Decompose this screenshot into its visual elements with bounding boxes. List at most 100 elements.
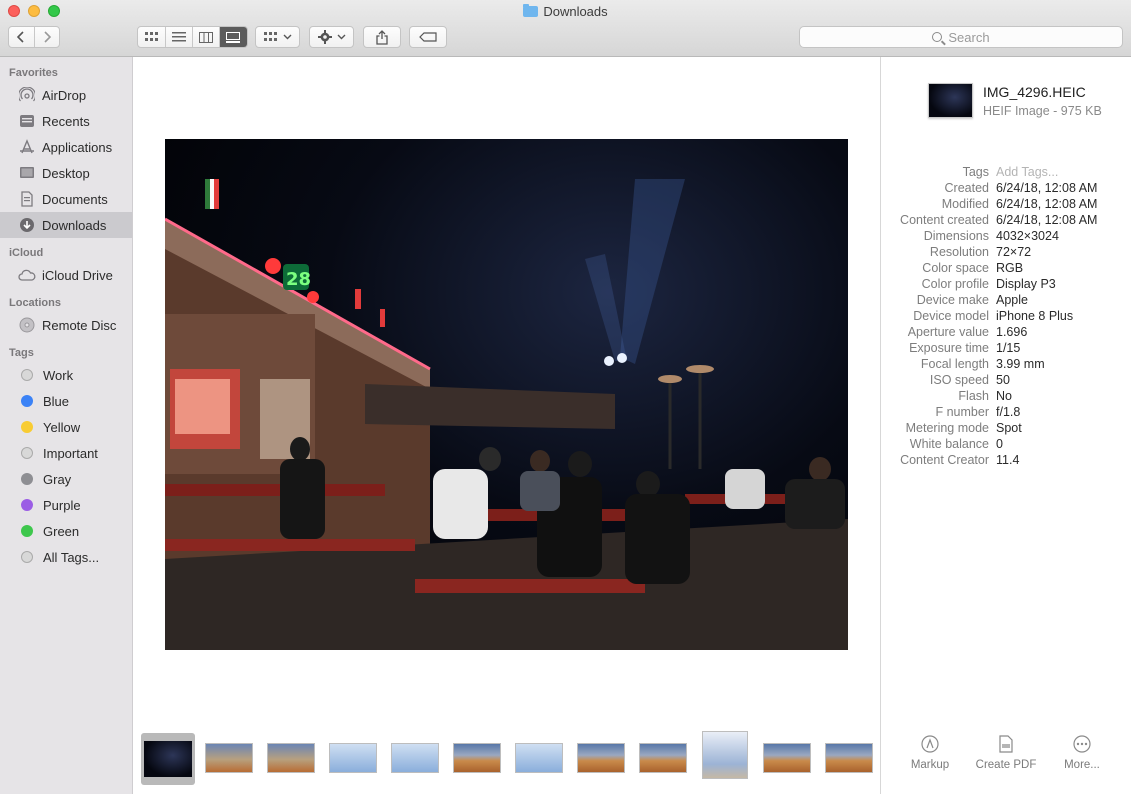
metadata-row: Exposure time 1/15 xyxy=(909,341,1021,355)
gallery-preview: 28 xyxy=(133,57,880,794)
sidebar-item-recents[interactable]: Recents xyxy=(0,108,132,134)
chevron-down-icon xyxy=(337,34,345,40)
sidebar-item-documents[interactable]: Documents xyxy=(0,186,132,212)
sidebar-tag-blue[interactable]: Blue xyxy=(0,388,132,414)
metadata-row: Resolution 72×72 xyxy=(929,245,1032,259)
metadata-row-tags: Tags Add Tags... xyxy=(962,164,1059,180)
thumbnail[interactable] xyxy=(329,743,377,773)
sidebar-section-tags: Tags xyxy=(9,347,34,359)
tag-color-icon xyxy=(21,447,33,459)
metadata-row: ISO speed 50 xyxy=(929,373,1010,387)
add-tags-field[interactable]: Add Tags... xyxy=(996,164,1058,180)
action-button[interactable] xyxy=(309,26,354,48)
markup-icon xyxy=(921,735,939,753)
thumbnail[interactable] xyxy=(639,743,687,773)
icon-view-button[interactable] xyxy=(139,27,166,47)
sidebar-tag-work[interactable]: Work xyxy=(0,362,132,388)
thumbnail[interactable] xyxy=(702,731,748,779)
sidebar-tag-purple[interactable]: Purple xyxy=(0,492,132,518)
sidebar: Favorites AirDrop Recents Applications D… xyxy=(0,57,133,794)
thumbnail[interactable] xyxy=(205,743,253,773)
preview-image[interactable]: 28 xyxy=(165,139,848,650)
metadata-row: Device make Apple xyxy=(916,293,1028,307)
metadata-row: Created 6/24/18, 12:08 AM xyxy=(944,181,1098,195)
sidebar-tag-gray[interactable]: Gray xyxy=(0,466,132,492)
share-icon xyxy=(376,29,388,45)
metadata-row: Color space RGB xyxy=(922,261,1024,275)
gallery-view-button[interactable] xyxy=(219,27,247,47)
create-pdf-icon xyxy=(997,735,1015,753)
file-name: IMG_4296.HEIC xyxy=(983,84,1086,100)
share-button[interactable] xyxy=(363,26,401,48)
thumbnail-image xyxy=(144,741,192,777)
columns-icon xyxy=(198,31,213,43)
sidebar-item-remote-disc[interactable]: Remote Disc xyxy=(0,312,132,338)
metadata-list: Tags Add Tags... Created 6/24/18, 12:08 AM… xyxy=(881,164,1131,468)
more-icon xyxy=(1073,735,1091,753)
list-icon xyxy=(171,32,186,42)
tag-color-icon xyxy=(21,525,33,537)
list-view-button[interactable] xyxy=(166,27,193,47)
edit-tags-button[interactable] xyxy=(409,26,447,48)
metadata-row: Content Creator 11.4 xyxy=(900,453,1020,467)
thumbnail[interactable] xyxy=(515,743,563,773)
sidebar-section-icloud: iCloud xyxy=(9,247,44,259)
metadata-row: Device model iPhone 8 Plus xyxy=(913,309,1074,323)
sidebar-tag-yellow[interactable]: Yellow xyxy=(0,414,132,440)
downloads-icon xyxy=(18,217,36,233)
tag-color-icon xyxy=(21,369,33,381)
view-mode-control xyxy=(137,26,248,48)
metadata-row: Dimensions 4032×3024 xyxy=(923,229,1059,243)
sidebar-tag-all-tags[interactable]: All Tags... xyxy=(0,544,132,570)
forward-button[interactable] xyxy=(35,27,60,47)
night-restaurant-photo: 28 xyxy=(165,179,848,650)
thumbnail-selected[interactable] xyxy=(141,733,195,785)
sidebar-section-favorites: Favorites xyxy=(9,67,58,79)
neon-sign-text: 28 xyxy=(286,269,311,290)
thumbnail[interactable] xyxy=(267,743,315,773)
metadata-row: Color profile Display P3 xyxy=(921,277,1056,291)
desktop-icon xyxy=(18,165,36,181)
folder-icon xyxy=(523,4,539,17)
metadata-row: Content created 6/24/18, 12:08 AM xyxy=(900,213,1098,227)
column-view-button[interactable] xyxy=(193,27,220,47)
chevron-left-icon xyxy=(17,31,24,43)
chevron-down-icon xyxy=(283,34,291,40)
metadata-row: F number f/1.8 xyxy=(935,405,1021,419)
thumbnail[interactable] xyxy=(763,743,811,773)
sidebar-item-icloud-drive[interactable]: iCloud Drive xyxy=(0,262,132,288)
sidebar-item-airdrop[interactable]: AirDrop xyxy=(0,82,132,108)
thumbnail[interactable] xyxy=(825,743,873,773)
preview-inspector: IMG_4296.HEIC HEIF Image - 975 KB Tags Ad… xyxy=(880,57,1131,794)
sidebar-item-desktop[interactable]: Desktop xyxy=(0,160,132,186)
search-placeholder: Search xyxy=(948,29,990,45)
sidebar-item-downloads[interactable]: Downloads xyxy=(0,212,132,238)
create-pdf-button[interactable]: Create PDF xyxy=(973,735,1039,771)
documents-icon xyxy=(18,191,36,207)
metadata-row: Flash No xyxy=(958,389,1012,403)
tag-icon xyxy=(419,32,437,42)
cloud-icon xyxy=(18,267,36,283)
thumbnail[interactable] xyxy=(577,743,625,773)
tag-color-icon xyxy=(21,551,33,563)
sidebar-item-applications[interactable]: Applications xyxy=(0,134,132,160)
applications-icon xyxy=(18,139,36,155)
window-title: Downloads xyxy=(0,4,1131,19)
icon-grid-icon xyxy=(144,32,158,41)
markup-button[interactable]: Markup xyxy=(905,735,955,771)
metadata-row: White balance 0 xyxy=(909,437,1003,451)
back-button[interactable] xyxy=(9,27,35,47)
sidebar-tag-green[interactable]: Green xyxy=(0,518,132,544)
window-toolbar: Downloads Search xyxy=(0,0,1131,57)
thumbnail[interactable] xyxy=(453,743,501,773)
file-kind: HEIF Image - 975 KB xyxy=(983,104,1102,118)
group-button[interactable] xyxy=(255,26,300,48)
thumbnail[interactable] xyxy=(391,743,439,773)
more-button[interactable]: More... xyxy=(1059,735,1105,771)
recents-icon xyxy=(18,113,36,129)
metadata-row: Metering mode Spot xyxy=(905,421,1022,435)
disc-icon xyxy=(18,317,36,333)
search-field[interactable]: Search xyxy=(799,26,1123,48)
sidebar-tag-important[interactable]: Important xyxy=(0,440,132,466)
file-thumbnail xyxy=(928,83,973,118)
